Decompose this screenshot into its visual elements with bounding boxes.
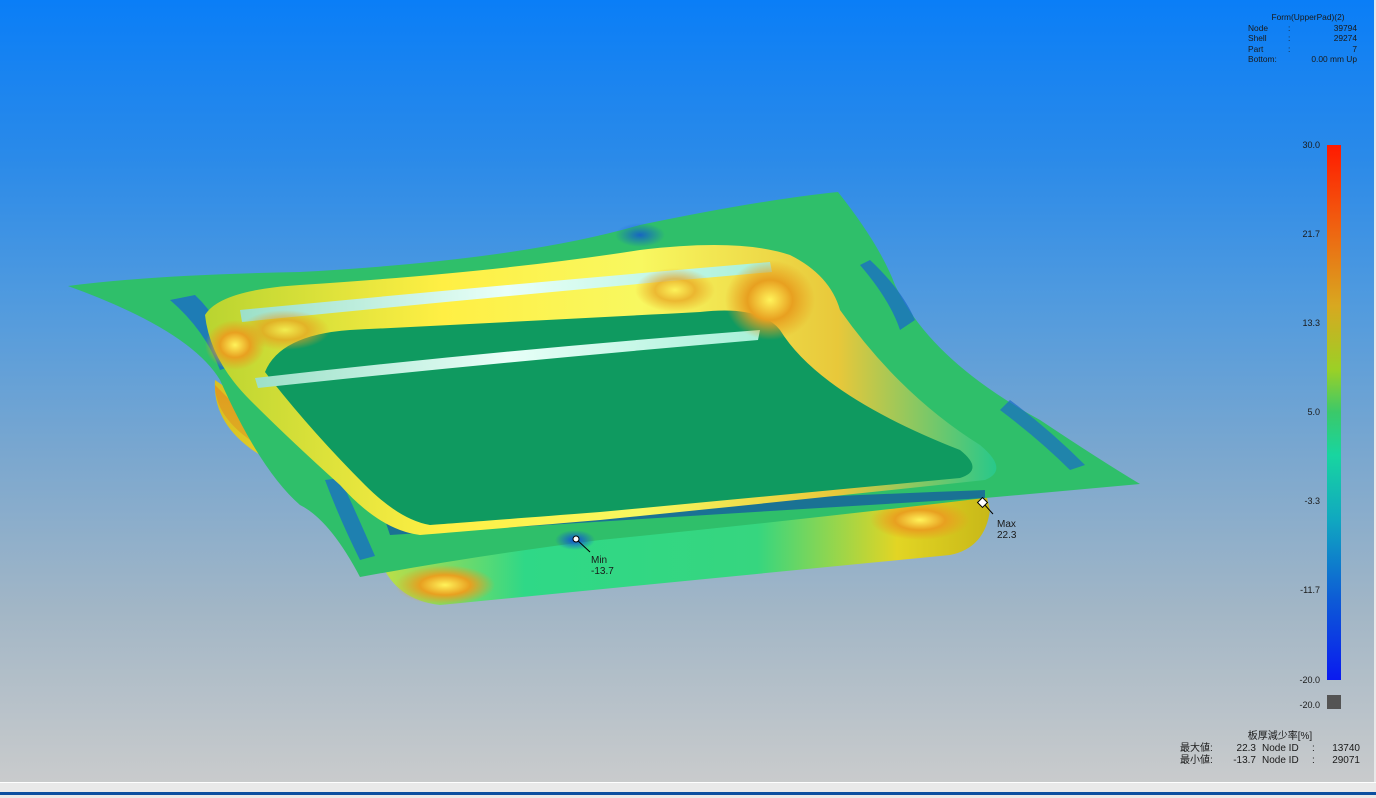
max-marker-label: Max 22.3 (997, 519, 1016, 541)
min-result-row: 最小値: -13.7 Node ID : 29071 (1180, 755, 1360, 767)
info-value: 39794 (1333, 22, 1357, 33)
hot-zone (725, 260, 815, 340)
min-label-text: Min (591, 555, 608, 566)
node-id-label: Node ID (1262, 743, 1299, 754)
info-key: Bottom: (1248, 54, 1277, 65)
max-value-text: 22.3 (997, 530, 1017, 541)
info-colon: : (1288, 43, 1291, 54)
min-marker-label: Min -13.7 (591, 555, 614, 577)
result-summary: 板厚減少率[%] 最大値: 22.3 Node ID : 13740 最小値: … (1180, 731, 1360, 767)
model-title: Form(UpperPad)(2) (1271, 12, 1345, 22)
model-info-row: Shell : 29274 (1248, 33, 1360, 44)
min-result-value: -13.7 (1233, 755, 1256, 766)
window-bottom-edge (0, 782, 1376, 798)
model-info-row: Part : 7 (1248, 44, 1360, 55)
formed-part-contour-plot[interactable] (0, 0, 1374, 782)
node-id-label: Node ID (1262, 755, 1299, 766)
info-key: Shell (1248, 33, 1267, 44)
info-colon: : (1288, 33, 1291, 44)
legend-tick: 5.0 (1307, 407, 1320, 417)
legend-tick: -3.3 (1304, 496, 1320, 506)
min-node-id: 29071 (1332, 755, 1360, 766)
min-result-label: 最小値: (1180, 755, 1213, 766)
model-info-row: Node : 39794 (1248, 23, 1360, 34)
info-value: 0.00 mm Up (1311, 54, 1357, 65)
info-value: 29274 (1333, 33, 1357, 44)
min-marker[interactable] (572, 535, 580, 543)
max-node-id: 13740 (1332, 743, 1360, 754)
min-value-text: -13.7 (591, 566, 614, 577)
max-label-text: Max (997, 519, 1016, 530)
info-value: 7 (1352, 43, 1357, 54)
3d-viewport[interactable]: Min -13.7 Max 22.3 Form(UpperPad)(2) Nod… (0, 0, 1376, 782)
info-colon (1288, 54, 1302, 65)
max-result-row: 最大値: 22.3 Node ID : 13740 (1180, 743, 1360, 755)
model-info-row: Bottom: 0.00 mm Up (1248, 54, 1360, 65)
id-colon: : (1312, 755, 1315, 766)
id-colon: : (1312, 743, 1315, 754)
legend-tick: 21.7 (1302, 229, 1320, 239)
legend-tick: -20.0 (1299, 675, 1320, 685)
under-range-label: -20.0 (1299, 700, 1320, 710)
hot-zone (240, 310, 330, 350)
hot-zone (395, 565, 495, 605)
max-result-value: 22.3 (1236, 743, 1256, 754)
hot-zone (635, 268, 715, 312)
info-key: Part (1248, 43, 1264, 54)
thin-spot (615, 223, 665, 247)
model-info-panel: Form(UpperPad)(2) Node : 39794 Shell : 2… (1248, 12, 1360, 65)
under-range-swatch (1327, 695, 1341, 709)
result-title: 板厚減少率[%] (1247, 731, 1313, 742)
bottom-border (0, 792, 1376, 795)
legend-tick: -11.7 (1300, 585, 1320, 595)
contour-color-bar (1327, 145, 1341, 680)
info-key: Node (1248, 22, 1269, 33)
legend-tick: 30.0 (1302, 140, 1320, 150)
info-colon: : (1288, 22, 1291, 33)
max-result-label: 最大値: (1180, 743, 1213, 754)
legend-tick: 13.3 (1302, 318, 1320, 328)
